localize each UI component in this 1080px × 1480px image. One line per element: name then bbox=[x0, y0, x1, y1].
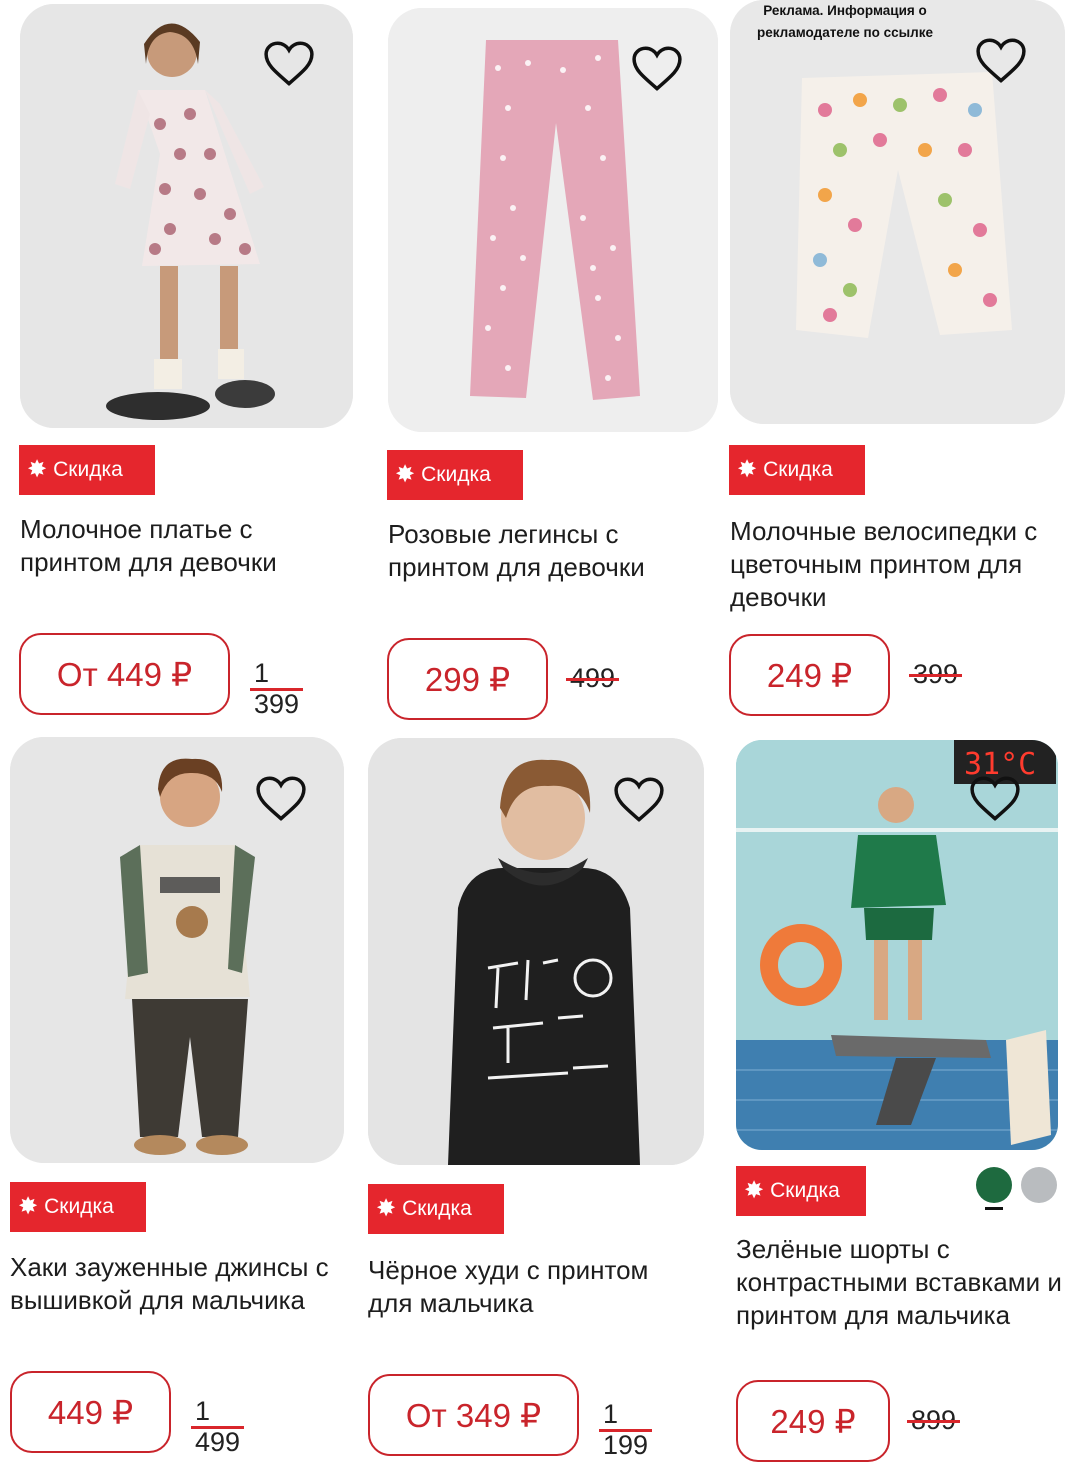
discount-badge: ✸ Скидка bbox=[729, 445, 865, 495]
discount-badge: ✸ Скидка bbox=[19, 445, 155, 495]
strikethrough-line bbox=[566, 677, 620, 681]
sparkle-icon: ✸ bbox=[27, 456, 48, 483]
strikethrough-line bbox=[907, 1419, 961, 1423]
strikethrough-line bbox=[191, 1426, 245, 1429]
sparkle-icon: ✸ bbox=[376, 1195, 397, 1222]
favorite-heart-icon[interactable] bbox=[630, 45, 684, 93]
ad-disclaimer[interactable]: Реклама. Информация о рекламодателе по с… bbox=[730, 0, 960, 44]
old-price: 499 bbox=[566, 663, 620, 694]
selected-swatch-indicator bbox=[985, 1207, 1003, 1210]
favorite-heart-icon[interactable] bbox=[612, 776, 666, 824]
favorite-heart-icon[interactable] bbox=[262, 40, 316, 88]
discount-badge: ✸ Скидка bbox=[736, 1166, 866, 1216]
price-button[interactable]: 449 ₽ bbox=[10, 1371, 171, 1453]
old-price: 1 199 bbox=[599, 1399, 653, 1461]
discount-badge: ✸ Скидка bbox=[368, 1184, 504, 1234]
product-title[interactable]: Молочные велосипедки с цветочным принтом… bbox=[730, 515, 1070, 614]
discount-badge: ✸ Скидка bbox=[10, 1182, 146, 1232]
sparkle-icon: ✸ bbox=[744, 1177, 765, 1204]
discount-badge-label: Скидка bbox=[44, 1195, 114, 1218]
discount-badge-label: Скидка bbox=[53, 458, 123, 481]
price-button[interactable]: 249 ₽ bbox=[729, 634, 890, 716]
old-price: 399 bbox=[909, 659, 963, 690]
price-button[interactable]: 249 ₽ bbox=[736, 1380, 890, 1462]
color-swatch-green[interactable] bbox=[976, 1167, 1012, 1203]
strikethrough-line bbox=[250, 688, 304, 691]
product-title[interactable]: Зелёные шорты с контрастными вставками и… bbox=[736, 1233, 1066, 1332]
sparkle-icon: ✸ bbox=[737, 456, 758, 483]
strikethrough-line bbox=[599, 1429, 653, 1432]
product-title[interactable]: Розовые легинсы с принтом для девочки bbox=[388, 518, 708, 584]
color-swatch-gray[interactable] bbox=[1021, 1167, 1057, 1203]
favorite-heart-icon[interactable] bbox=[254, 775, 308, 823]
product-title[interactable]: Молочное платье с принтом для девочки bbox=[20, 513, 340, 579]
old-price: 1 499 bbox=[191, 1396, 245, 1458]
sparkle-icon: ✸ bbox=[395, 461, 416, 488]
discount-badge-label: Скидка bbox=[763, 458, 833, 481]
price-button[interactable]: От 449 ₽ bbox=[19, 633, 230, 715]
favorite-heart-icon[interactable] bbox=[968, 775, 1022, 823]
sparkle-icon: ✸ bbox=[18, 1193, 39, 1220]
discount-badge-label: Скидка bbox=[770, 1179, 840, 1202]
strikethrough-line bbox=[909, 673, 963, 677]
old-price: 1 399 bbox=[250, 658, 304, 720]
price-button[interactable]: 299 ₽ bbox=[387, 638, 548, 720]
product-title[interactable]: Чёрное худи с принтом для мальчика bbox=[368, 1254, 698, 1320]
price-button[interactable]: От 349 ₽ bbox=[368, 1374, 579, 1456]
product-title[interactable]: Хаки зауженные джинсы с вышивкой для мал… bbox=[10, 1251, 355, 1317]
discount-badge: ✸ Скидка bbox=[387, 450, 523, 500]
discount-badge-label: Скидка bbox=[421, 463, 491, 486]
discount-badge-label: Скидка bbox=[402, 1197, 472, 1220]
favorite-heart-icon[interactable] bbox=[974, 37, 1028, 85]
old-price: 899 bbox=[907, 1405, 961, 1436]
